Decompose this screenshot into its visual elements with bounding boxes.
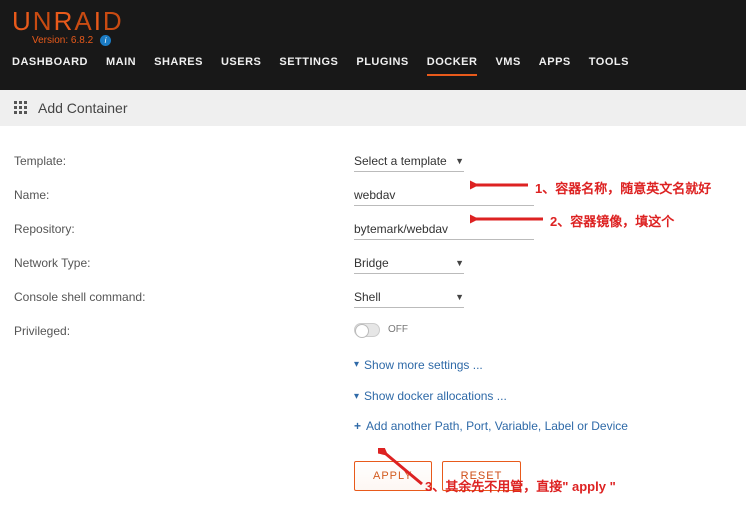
plus-icon: + [354, 419, 361, 433]
nav-apps[interactable]: APPS [539, 56, 571, 76]
topbar: UNRAID Version: 6.8.2 i DASHBOARDMAINSHA… [0, 0, 746, 90]
network-label: Network Type: [14, 256, 354, 270]
form-content: Template: Select a template▼ Name: webda… [0, 126, 746, 531]
nav-shares[interactable]: SHARES [154, 56, 203, 76]
nav-users[interactable]: USERS [221, 56, 261, 76]
nav-settings[interactable]: SETTINGS [279, 56, 338, 76]
name-input[interactable]: webdav [354, 185, 534, 206]
row-network: Network Type: Bridge▼ [14, 246, 732, 280]
row-repository: Repository: bytemark/webdav [14, 212, 732, 246]
nav-plugins[interactable]: PLUGINS [356, 56, 408, 76]
chevron-down-icon: ▾ [354, 359, 359, 370]
chevron-down-icon: ▾ [354, 391, 359, 402]
chevron-down-icon: ▼ [455, 156, 464, 166]
row-template: Template: Select a template▼ [14, 144, 732, 178]
show-more-row: ▾ Show more settings ... [354, 348, 732, 380]
grid-icon [14, 101, 28, 115]
page-title: Add Container [38, 100, 128, 116]
info-icon[interactable]: i [100, 35, 111, 46]
privileged-state: OFF [388, 324, 408, 335]
button-row: APPLY RESET [354, 441, 732, 491]
network-select[interactable]: Bridge▼ [354, 253, 464, 274]
add-path-row: + Add another Path, Port, Variable, Labe… [354, 411, 732, 441]
row-privileged: Privileged: OFF [14, 314, 732, 348]
row-name: Name: webdav [14, 178, 732, 212]
add-path-link[interactable]: + Add another Path, Port, Variable, Labe… [354, 419, 628, 433]
nav-docker[interactable]: DOCKER [427, 56, 478, 76]
show-docker-row: ▾ Show docker allocations ... [354, 380, 732, 412]
chevron-down-icon: ▼ [455, 292, 464, 302]
nav-vms[interactable]: VMS [495, 56, 520, 76]
main-nav: DASHBOARD MAIN SHARES USERS SETTINGS PLUGINS D… [12, 46, 734, 84]
show-more-link[interactable]: ▾ Show more settings ... [354, 358, 483, 372]
repository-label: Repository: [14, 222, 354, 236]
row-console: Console shell command: Shell▼ [14, 280, 732, 314]
privileged-toggle[interactable] [354, 323, 380, 337]
console-label: Console shell command: [14, 290, 354, 304]
repository-input[interactable]: bytemark/webdav [354, 219, 534, 240]
reset-button[interactable]: RESET [442, 461, 522, 491]
template-select[interactable]: Select a template▼ [354, 151, 464, 172]
nav-tools[interactable]: TOOLS [589, 56, 629, 76]
privileged-label: Privileged: [14, 324, 354, 338]
chevron-down-icon: ▼ [455, 258, 464, 268]
nav-dashboard[interactable]: DASHBOARD [12, 56, 88, 76]
nav-main[interactable]: MAIN [106, 56, 136, 76]
console-select[interactable]: Shell▼ [354, 287, 464, 308]
page-header: Add Container [0, 90, 746, 126]
apply-button[interactable]: APPLY [354, 461, 432, 491]
show-docker-link[interactable]: ▾ Show docker allocations ... [354, 389, 507, 403]
name-label: Name: [14, 188, 354, 202]
brand-logo: UNRAID [12, 0, 124, 37]
template-label: Template: [14, 154, 354, 168]
